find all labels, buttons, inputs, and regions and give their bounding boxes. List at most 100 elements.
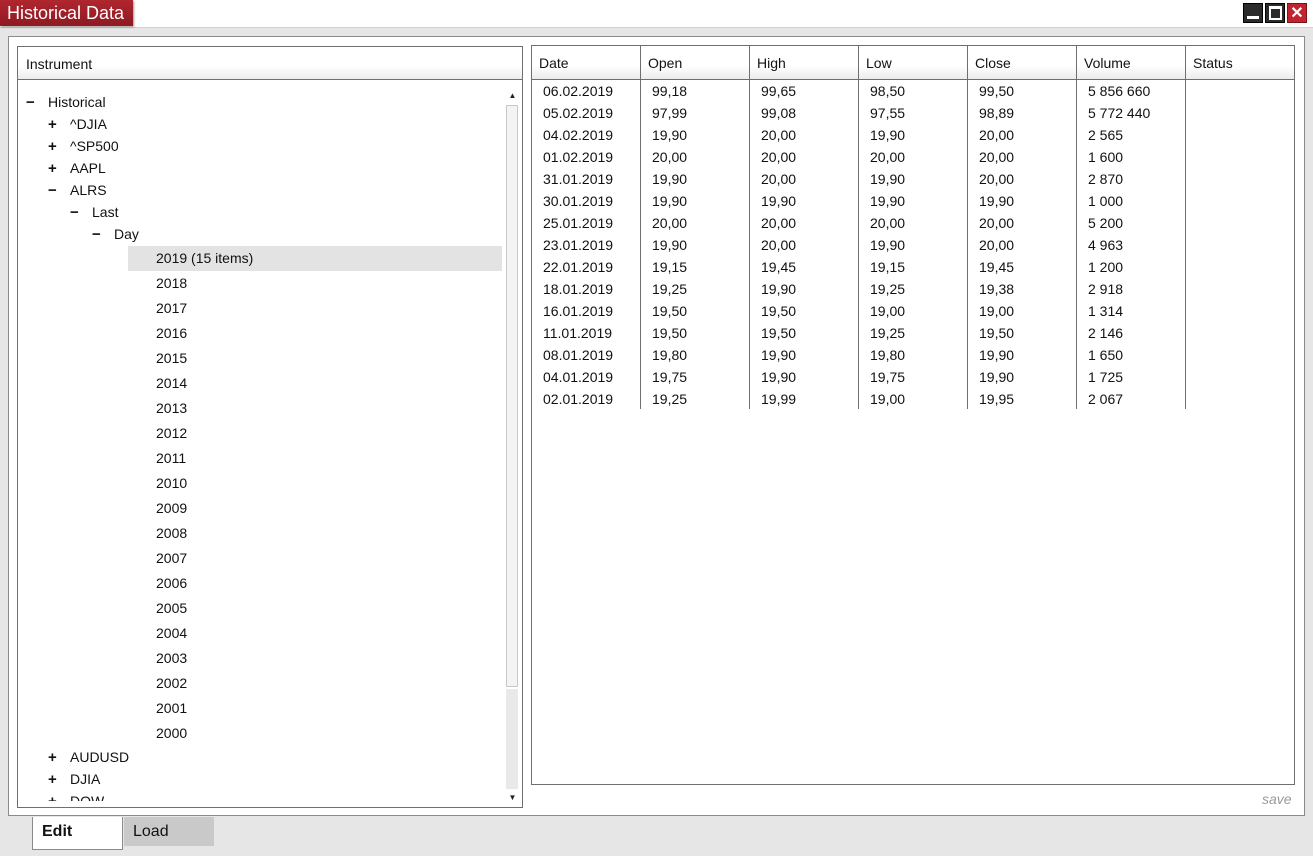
expand-icon[interactable]: + <box>48 158 62 180</box>
table-cell[interactable]: 4 963 <box>1088 234 1123 256</box>
table-cell[interactable]: 19,90 <box>979 366 1014 388</box>
scrollbar-track[interactable] <box>506 689 518 789</box>
table-cell[interactable]: 19,90 <box>652 190 687 212</box>
tree-node-year[interactable]: 2016 <box>128 321 502 346</box>
tree-node-year[interactable]: 2000 <box>128 721 502 746</box>
table-cell[interactable]: 19,95 <box>979 388 1014 410</box>
table-cell[interactable]: 20,00 <box>761 168 796 190</box>
expand-icon[interactable]: + <box>48 791 62 801</box>
table-cell[interactable]: 19,15 <box>652 256 687 278</box>
tree-node[interactable]: + ^SP500 <box>48 135 119 157</box>
table-cell[interactable]: 20,00 <box>870 146 905 168</box>
table-cell[interactable]: 20,00 <box>761 124 796 146</box>
expand-icon[interactable]: + <box>48 136 62 158</box>
tree-node-year[interactable]: 2012 <box>128 421 502 446</box>
table-cell[interactable]: 18.01.2019 <box>543 278 613 300</box>
close-button[interactable]: ✕ <box>1287 3 1307 23</box>
tree-node-year[interactable]: 2019 (15 items) <box>128 246 502 271</box>
tree-node[interactable]: + DOW <box>48 790 104 801</box>
table-cell[interactable]: 2 918 <box>1088 278 1123 300</box>
table-cell[interactable]: 31.01.2019 <box>543 168 613 190</box>
table-cell[interactable]: 19,90 <box>870 168 905 190</box>
table-cell[interactable]: 20,00 <box>870 212 905 234</box>
tree-node-year[interactable]: 2005 <box>128 596 502 621</box>
tree-node-year[interactable]: 2011 <box>128 446 502 471</box>
table-cell[interactable]: 2 067 <box>1088 388 1123 410</box>
table-cell[interactable]: 19,90 <box>870 190 905 212</box>
tree-node-year[interactable]: 2004 <box>128 621 502 646</box>
table-cell[interactable]: 19,50 <box>652 322 687 344</box>
table-cell[interactable]: 19,90 <box>870 124 905 146</box>
table-cell[interactable]: 19,90 <box>761 278 796 300</box>
table-cell[interactable]: 01.02.2019 <box>543 146 613 168</box>
table-cell[interactable]: 04.02.2019 <box>543 124 613 146</box>
table-cell[interactable]: 1 650 <box>1088 344 1123 366</box>
tree-node[interactable]: − Last <box>70 201 118 223</box>
tree-node-year[interactable]: 2001 <box>128 696 502 721</box>
table-cell[interactable]: 20,00 <box>761 212 796 234</box>
table-cell[interactable]: 19,25 <box>870 322 905 344</box>
tree-node-year[interactable]: 2002 <box>128 671 502 696</box>
tree-scrollbar[interactable]: ▲ ▼ <box>504 89 521 805</box>
minimize-button[interactable] <box>1243 3 1263 23</box>
table-cell[interactable]: 02.01.2019 <box>543 388 613 410</box>
scrollbar-thumb[interactable] <box>506 105 518 687</box>
tree-node-year[interactable]: 2008 <box>128 521 502 546</box>
collapse-icon[interactable]: − <box>26 92 40 114</box>
table-cell[interactable]: 19,45 <box>979 256 1014 278</box>
table-cell[interactable]: 5 772 440 <box>1088 102 1150 124</box>
table-cell[interactable]: 19,90 <box>761 366 796 388</box>
tree-node-year[interactable]: 2009 <box>128 496 502 521</box>
table-cell[interactable]: 19,90 <box>761 344 796 366</box>
tree-node-year[interactable]: 2015 <box>128 346 502 371</box>
table-cell[interactable]: 20,00 <box>652 146 687 168</box>
table-cell[interactable]: 1 314 <box>1088 300 1123 322</box>
tree-node-year[interactable]: 2017 <box>128 296 502 321</box>
table-cell[interactable]: 19,45 <box>761 256 796 278</box>
tree-node[interactable]: + DJIA <box>48 768 100 790</box>
table-cell[interactable]: 20,00 <box>979 212 1014 234</box>
tree-node-year[interactable]: 2014 <box>128 371 502 396</box>
table-cell[interactable]: 20,00 <box>761 146 796 168</box>
table-cell[interactable]: 19,75 <box>870 366 905 388</box>
table-cell[interactable]: 05.02.2019 <box>543 102 613 124</box>
table-cell[interactable]: 20,00 <box>652 212 687 234</box>
tree-node[interactable]: + ^DJIA <box>48 113 107 135</box>
tab-load[interactable]: Load <box>124 817 214 846</box>
expand-icon[interactable]: + <box>48 769 62 791</box>
tree-node[interactable]: − Historical <box>26 91 106 113</box>
table-cell[interactable]: 99,18 <box>652 80 687 102</box>
table-cell[interactable]: 97,55 <box>870 102 905 124</box>
table-cell[interactable]: 98,89 <box>979 102 1014 124</box>
table-cell[interactable]: 22.01.2019 <box>543 256 613 278</box>
table-cell[interactable]: 1 200 <box>1088 256 1123 278</box>
table-cell[interactable]: 08.01.2019 <box>543 344 613 366</box>
table-cell[interactable]: 19,00 <box>870 388 905 410</box>
table-cell[interactable]: 20,00 <box>979 124 1014 146</box>
table-cell[interactable]: 19,00 <box>979 300 1014 322</box>
tree-node[interactable]: − Day <box>92 223 139 245</box>
table-cell[interactable]: 19,50 <box>652 300 687 322</box>
tree-node-year[interactable]: 2003 <box>128 646 502 671</box>
column-header[interactable]: Open <box>641 46 750 79</box>
expand-icon[interactable]: + <box>48 747 62 769</box>
table-cell[interactable]: 11.01.2019 <box>543 322 612 344</box>
table-cell[interactable]: 19,25 <box>870 278 905 300</box>
table-cell[interactable]: 1 725 <box>1088 366 1123 388</box>
tree-node-year[interactable]: 2018 <box>128 271 502 296</box>
table-cell[interactable]: 19,50 <box>761 300 796 322</box>
collapse-icon[interactable]: − <box>48 180 62 202</box>
tree-node-year[interactable]: 2013 <box>128 396 502 421</box>
table-cell[interactable]: 5 856 660 <box>1088 80 1150 102</box>
table-cell[interactable]: 25.01.2019 <box>543 212 613 234</box>
table-cell[interactable]: 20,00 <box>979 168 1014 190</box>
scroll-down-icon[interactable]: ▼ <box>504 791 521 805</box>
column-header[interactable]: High <box>750 46 859 79</box>
table-cell[interactable]: 1 000 <box>1088 190 1123 212</box>
table-cell[interactable]: 19,75 <box>652 366 687 388</box>
collapse-icon[interactable]: − <box>70 202 84 224</box>
table-cell[interactable]: 19,90 <box>761 190 796 212</box>
table-cell[interactable]: 19,15 <box>870 256 905 278</box>
tree-node-year[interactable]: 2007 <box>128 546 502 571</box>
table-cell[interactable]: 97,99 <box>652 102 687 124</box>
